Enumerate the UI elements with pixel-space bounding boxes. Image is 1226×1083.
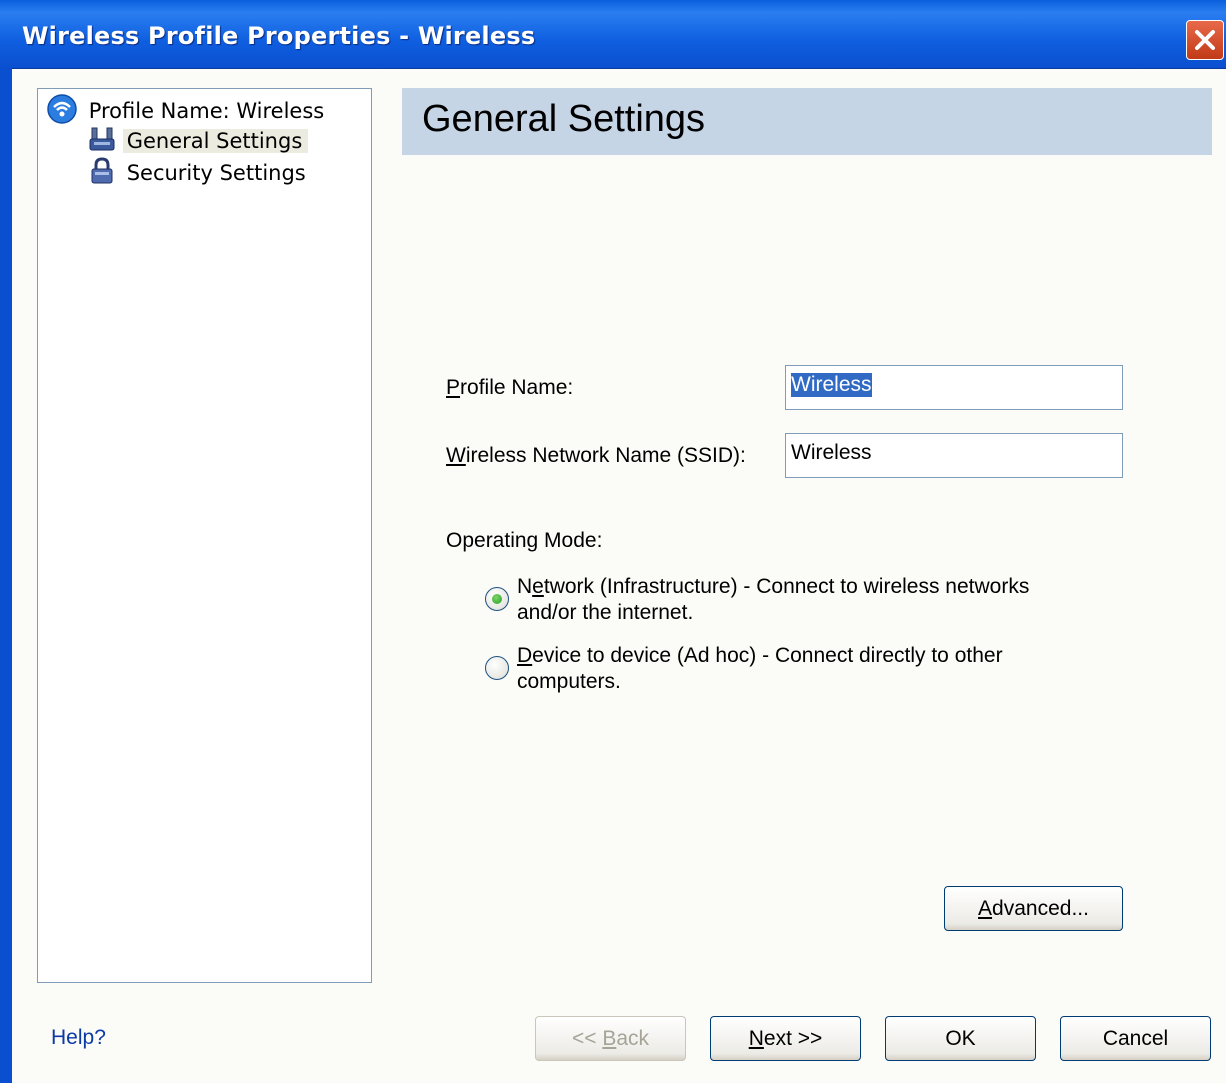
radio-adhoc-line2: computers. (517, 670, 621, 693)
settings-tree: Profile Name: Wireless General Settings (37, 88, 372, 983)
tree-item-label: Security Settings (126, 160, 306, 185)
profile-name-label-mnemonic: P (446, 376, 461, 399)
window-frame-left (0, 68, 12, 1083)
section-title: General Settings (422, 98, 706, 140)
radio-infrastructure-line1: Network (Infrastructure) - Connect to wi… (517, 575, 1030, 598)
profile-name-label-text: rofile Name: (460, 376, 574, 399)
ssid-input[interactable]: Wireless (785, 433, 1123, 478)
tree-item-general-settings[interactable]: General Settings (88, 125, 309, 158)
ssid-label-mnemonic: W (446, 444, 466, 467)
close-button[interactable] (1186, 20, 1224, 60)
section-header: General Settings (402, 88, 1212, 155)
padlock-icon (88, 157, 116, 190)
radio-selected-dot (492, 594, 502, 604)
window-title: Wireless Profile Properties - Wireless (22, 22, 536, 50)
ssid-value: Wireless (791, 441, 872, 464)
title-bar[interactable]: Wireless Profile Properties - Wireless (0, 0, 1226, 69)
dialog-window: Wireless Profile Properties - Wireless P… (0, 0, 1226, 1083)
radio-adhoc-label[interactable]: Device to device (Ad hoc) - Connect dire… (517, 643, 1057, 695)
tree-root-label: Profile Name: Wireless (88, 98, 325, 123)
radio-infrastructure[interactable] (485, 587, 509, 611)
advanced-button-label: Advanced... (978, 897, 1089, 920)
next-button[interactable]: Next >> (710, 1016, 861, 1061)
tree-item-security-settings[interactable]: Security Settings (88, 157, 312, 190)
profile-name-input[interactable]: Wireless (785, 365, 1123, 410)
radio-infrastructure-label[interactable]: Network (Infrastructure) - Connect to wi… (517, 574, 1057, 626)
radio-adhoc-line1: Device to device (Ad hoc) - Connect dire… (517, 644, 1003, 667)
close-icon (1195, 30, 1215, 50)
profile-name-value: Wireless (791, 373, 872, 397)
advanced-button[interactable]: Advanced... (944, 886, 1123, 931)
cancel-button[interactable]: Cancel (1060, 1016, 1211, 1061)
network-adapter-icon (88, 125, 116, 158)
ssid-label: Wireless Network Name (SSID): (446, 444, 746, 468)
ssid-label-text: ireless Network Name (SSID): (465, 444, 746, 467)
radio-adhoc[interactable] (485, 656, 509, 680)
back-button[interactable]: << Back (535, 1016, 686, 1061)
help-link[interactable]: Help? (51, 1026, 106, 1050)
wireless-network-icon (46, 93, 78, 130)
profile-name-label: Profile Name: (446, 376, 573, 400)
back-button-label: << Back (571, 1027, 650, 1050)
next-button-label: Next >> (748, 1027, 823, 1050)
tree-item-label: General Settings (122, 128, 309, 153)
ok-button[interactable]: OK (885, 1016, 1036, 1061)
operating-mode-label: Operating Mode: (446, 529, 603, 552)
radio-infrastructure-line2: and/or the internet. (517, 601, 694, 624)
